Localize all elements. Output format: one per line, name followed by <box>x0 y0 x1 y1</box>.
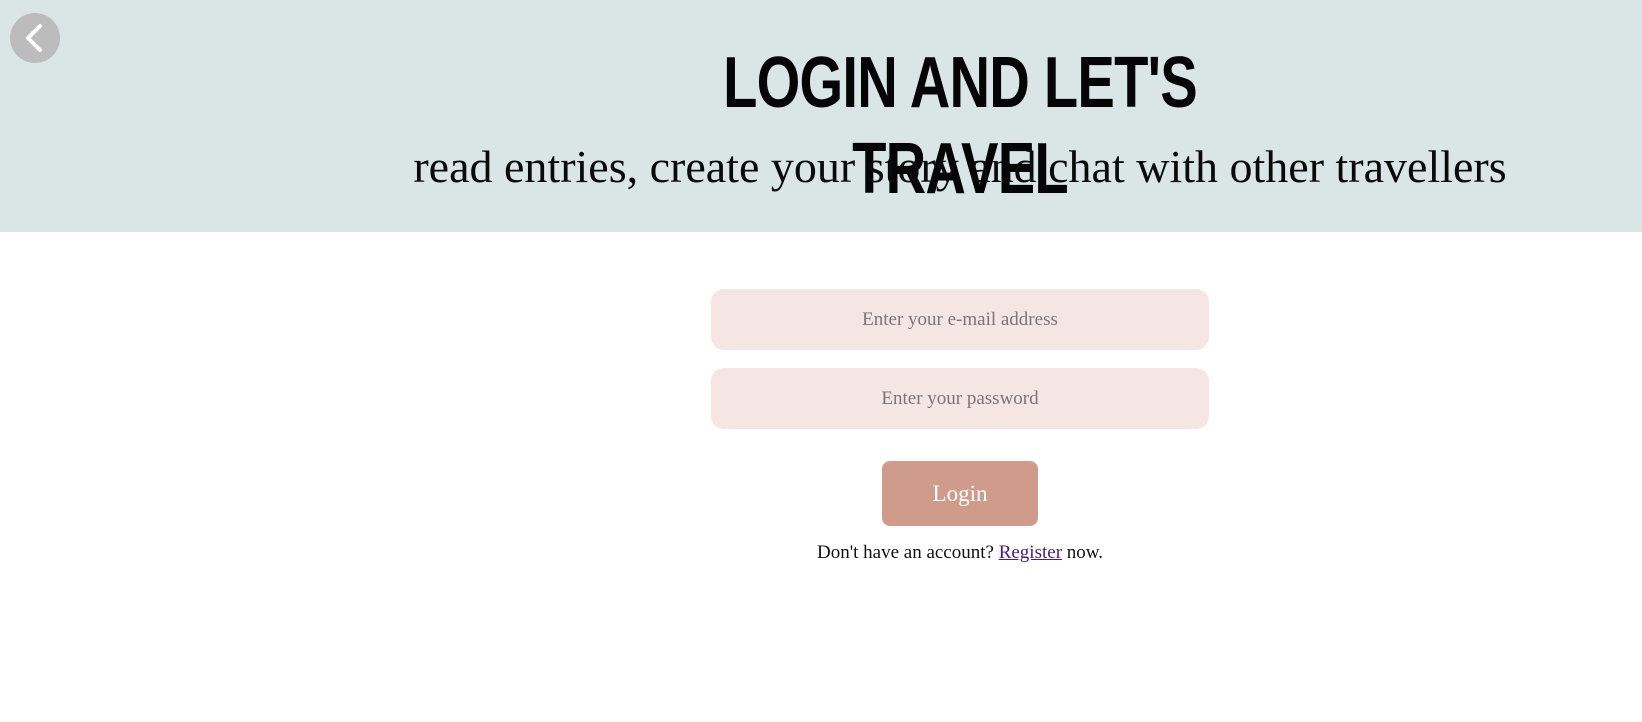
login-button[interactable]: Login <box>882 461 1038 526</box>
register-prompt: Don't have an account? Register now. <box>711 540 1209 566</box>
email-field[interactable] <box>711 289 1209 350</box>
chevron-left-icon <box>26 24 42 52</box>
password-field[interactable] <box>711 368 1209 429</box>
register-prefix-text: Don't have an account? <box>816 542 994 563</box>
register-link[interactable]: Register <box>999 542 1062 563</box>
register-suffix-text: now. <box>1066 542 1104 563</box>
page-subtitle: read entries, create your story and chat… <box>413 141 1507 192</box>
page-header: LOGIN AND LET'S TRAVEL read entries, cre… <box>0 0 1642 232</box>
back-button[interactable] <box>10 13 60 63</box>
